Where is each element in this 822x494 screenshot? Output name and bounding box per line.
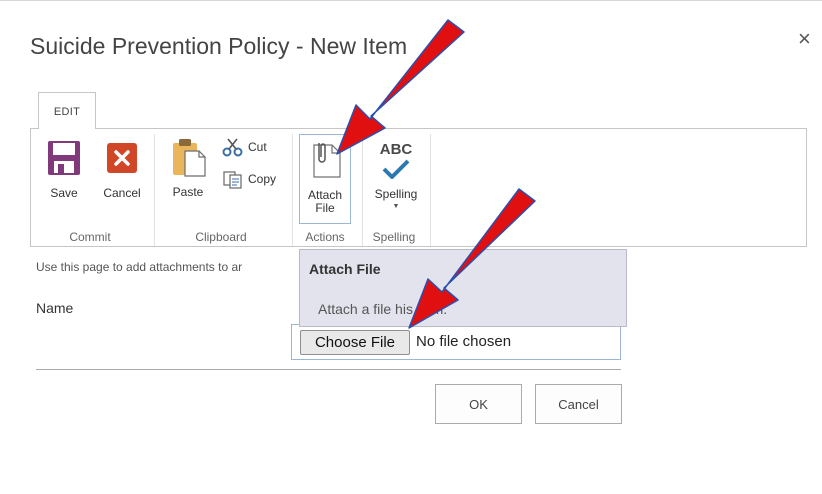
group-separator: [430, 134, 431, 246]
annotation-arrows: [336, 19, 536, 329]
tab-edit[interactable]: EDIT: [38, 92, 96, 129]
no-file-chosen-text: No file chosen: [416, 333, 512, 350]
cut-label: Cut: [248, 140, 267, 155]
tooltip-title: Attach File: [309, 261, 381, 277]
clipboard-icon: [173, 139, 206, 177]
paperclip-document-icon: [313, 143, 341, 178]
copy-icon: [223, 171, 242, 189]
cancel-dialog-button[interactable]: Cancel: [535, 384, 622, 424]
copy-button[interactable]: Copy: [222, 170, 276, 190]
cancel-button[interactable]: Cancel: [98, 140, 146, 200]
tab-edit-label: EDIT: [53, 106, 81, 118]
floppy-disk-icon: [48, 141, 80, 175]
save-button[interactable]: Save: [42, 140, 86, 200]
attach-file-button[interactable]: Attach File: [299, 134, 351, 224]
cancel-label: Cancel: [103, 186, 141, 200]
spelling-button[interactable]: ABC Spelling ▼: [368, 138, 424, 210]
chevron-down-icon: ▼: [392, 203, 400, 210]
x-square-icon: [107, 143, 137, 173]
abc-icon-text: ABC: [379, 141, 413, 158]
tooltip-body: Attach a file his item.: [318, 301, 448, 317]
attach-label-line2: File: [315, 201, 335, 215]
spelling-label: Spelling: [374, 187, 418, 201]
copy-label: Copy: [248, 172, 277, 187]
scissors-icon: [222, 138, 243, 157]
dialog-title: Suicide Prevention Policy - New Item: [30, 33, 408, 59]
form-divider: [36, 369, 621, 370]
group-separator: [292, 134, 293, 246]
group-spelling-label: Spelling: [372, 230, 416, 244]
group-actions-label: Actions: [305, 230, 345, 244]
group-clipboard-label: Clipboard: [195, 230, 247, 244]
paste-label: Paste: [172, 185, 204, 199]
group-commit-label: Commit: [69, 230, 111, 244]
page-description: Use this page to add attachments to ar: [36, 260, 243, 274]
top-border: [0, 0, 822, 1]
group-separator: [154, 134, 155, 246]
ok-button[interactable]: OK: [435, 384, 522, 424]
save-label: Save: [50, 186, 78, 200]
choose-file-button[interactable]: Choose File: [300, 330, 410, 355]
cut-button[interactable]: Cut: [222, 138, 267, 158]
name-label: Name: [36, 300, 74, 316]
abc-check-icon: ABC: [368, 138, 424, 182]
paste-button[interactable]: Paste: [166, 137, 210, 199]
close-icon[interactable]: ×: [798, 28, 811, 50]
attach-file-tooltip: Attach File Attach a file his item.: [299, 249, 627, 327]
group-separator: [362, 134, 363, 246]
